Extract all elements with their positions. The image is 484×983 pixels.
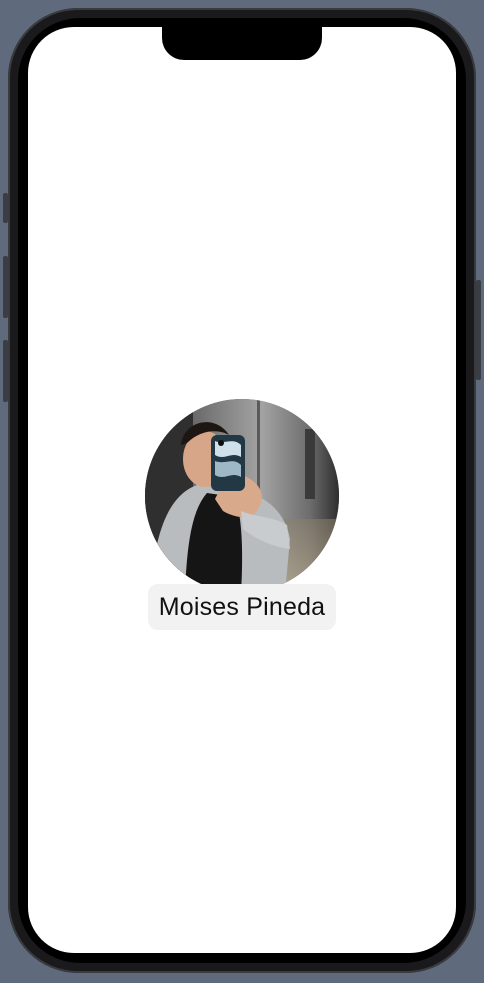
volume-up-button	[3, 256, 8, 318]
profile-name: Moises Pineda	[148, 584, 336, 630]
volume-down-button	[3, 340, 8, 402]
silent-switch	[3, 193, 8, 223]
profile-avatar	[145, 399, 339, 593]
notch	[162, 18, 322, 60]
power-button	[476, 280, 481, 380]
profile-photo-icon	[145, 399, 339, 593]
screen: Moises Pineda	[28, 27, 456, 953]
profile-view: Moises Pineda	[28, 27, 456, 953]
